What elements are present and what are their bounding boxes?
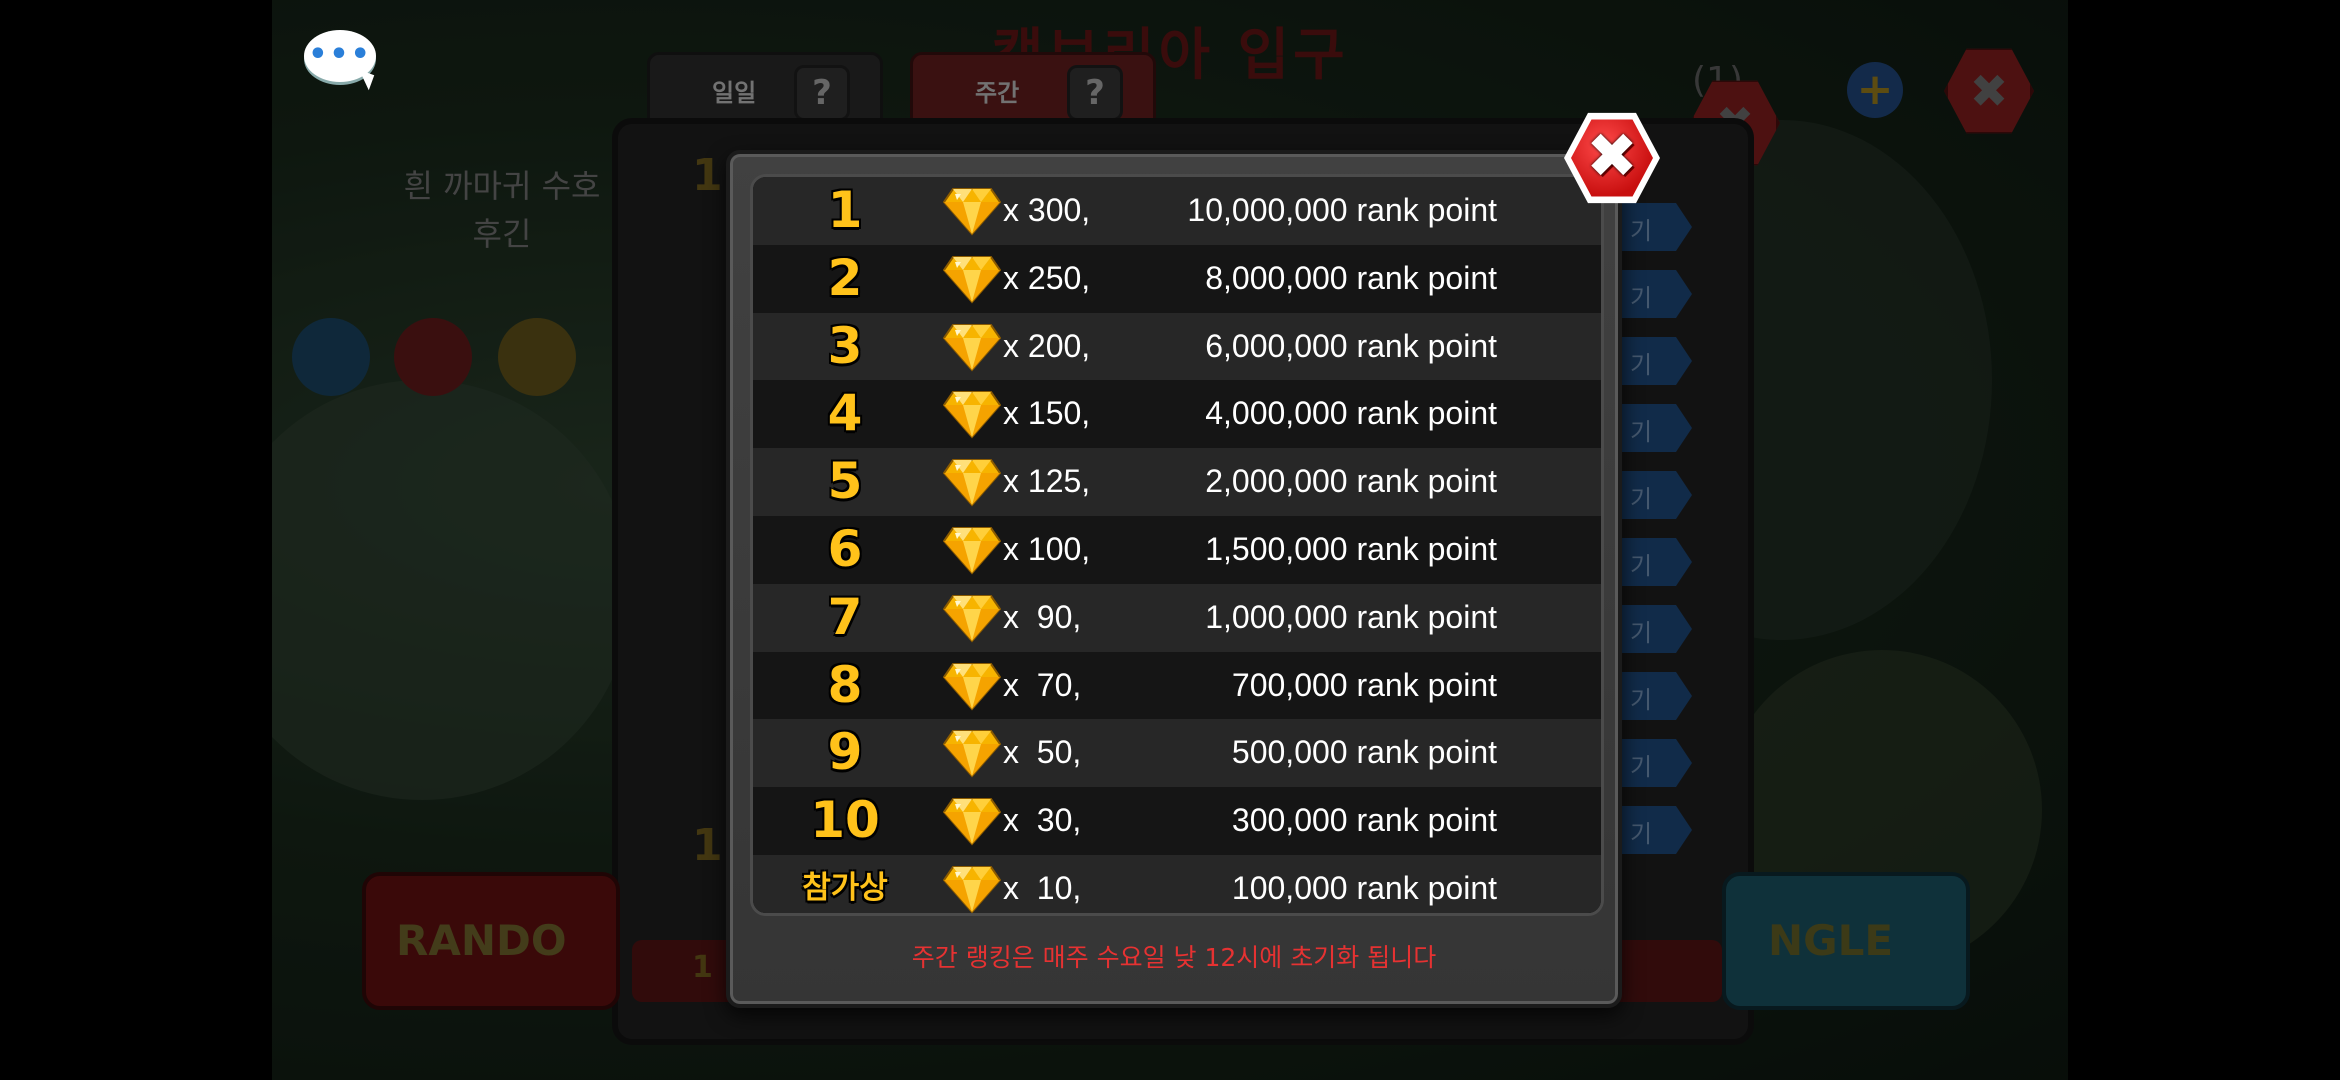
reward-list: 1 x 300, 10,000,000 rank point 2 x 250, 8,000…	[750, 174, 1604, 916]
reward-rank: 9	[827, 723, 863, 782]
close-icon: ✖	[1586, 119, 1638, 192]
reward-gem-quantity: x 150,	[1003, 395, 1091, 432]
diamond-icon	[942, 322, 1002, 372]
reward-gem-quantity: x 125,	[1003, 463, 1091, 500]
reward-row: 5 x 125, 2,000,000 rank point	[753, 448, 1601, 516]
diamond-icon	[942, 661, 1002, 711]
reward-rank-points: 6,000,000 rank point	[1205, 327, 1497, 364]
reward-gem-quantity: x 10,	[1003, 869, 1082, 906]
reward-row: 6 x 100, 1,500,000 rank point	[753, 515, 1601, 584]
reset-notice: 주간 랭킹은 매주 수요일 낮 12시에 초기화 됩니다	[911, 943, 1437, 972]
reward-rank: 참가상	[802, 869, 888, 906]
reward-rank-points: 10,000,000 rank point	[1187, 192, 1497, 228]
reward-row: 4 x 150, 4,000,000 rank point	[753, 380, 1601, 449]
diamond-icon	[942, 457, 1002, 507]
reward-rank-points: 1,500,000 rank point	[1205, 530, 1497, 567]
reward-row: 9 x 50, 500,000 rank point	[753, 719, 1601, 788]
reward-rank-points: 8,000,000 rank point	[1205, 259, 1497, 296]
reward-gem-quantity: x 90,	[1003, 598, 1082, 635]
reward-row: 2 x 250, 8,000,000 rank point	[753, 244, 1601, 313]
reward-gem-quantity: x 30,	[1003, 802, 1082, 839]
reward-rank-points: 4,000,000 rank point	[1205, 395, 1497, 432]
reward-rank-points: 1,000,000 rank point	[1205, 598, 1497, 635]
weekly-reward-modal: 1 x 300, 10,000,000 rank point 2 x 250, 8,000…	[726, 150, 1622, 1008]
chat-bubble-tail	[353, 69, 375, 91]
reward-row: 8 x 70, 700,000 rank point	[753, 651, 1601, 720]
diamond-icon	[942, 796, 1002, 846]
chat-dots: •••	[308, 37, 372, 72]
reward-rank: 5	[827, 452, 863, 511]
reward-gem-quantity: x 50,	[1003, 734, 1082, 771]
diamond-icon	[942, 389, 1002, 439]
reward-gem-quantity: x 100,	[1003, 530, 1091, 567]
reward-row: 10 x 30, 300,000 rank point	[753, 787, 1601, 855]
reward-gem-quantity: x 250,	[1003, 259, 1091, 296]
reward-rank-points: 100,000 rank point	[1231, 869, 1497, 906]
reward-rank-points: 500,000 rank point	[1231, 734, 1497, 771]
reward-gem-quantity: x 300,	[1003, 192, 1091, 228]
reward-row: 1 x 300, 10,000,000 rank point	[753, 177, 1601, 245]
reward-rank: 7	[827, 587, 863, 646]
reward-rank: 4	[827, 384, 863, 443]
reward-row: 3 x 200, 6,000,000 rank point	[753, 312, 1601, 381]
reward-rank: 8	[827, 655, 863, 714]
reward-rank: 2	[827, 248, 863, 307]
diamond-icon	[942, 254, 1002, 304]
reward-rank: 6	[827, 519, 863, 578]
reward-row: 참가상 x 10, 100,000 rank point	[753, 854, 1601, 913]
close-button[interactable]: ✖	[1564, 110, 1660, 206]
reward-rank-points: 700,000 rank point	[1231, 666, 1497, 703]
diamond-icon	[942, 525, 1002, 575]
reward-row: 7 x 90, 1,000,000 rank point	[753, 583, 1601, 652]
reward-gem-quantity: x 200,	[1003, 327, 1091, 364]
diamond-icon	[942, 864, 1002, 913]
reward-rank-points: 2,000,000 rank point	[1205, 463, 1497, 500]
reward-rank-points: 300,000 rank point	[1231, 802, 1497, 839]
game-viewport: 캠브리아 입구 (1) + ✖ ✖ 일일 ? 주간 ? 1 1 1 기 기 기 …	[272, 0, 2068, 1080]
diamond-icon	[942, 593, 1002, 643]
chat-button[interactable]: •••	[304, 30, 376, 91]
reward-rank: 3	[827, 316, 863, 375]
reward-rank: 10	[810, 791, 880, 850]
diamond-icon	[942, 186, 1002, 236]
reward-gem-quantity: x 70,	[1003, 666, 1082, 703]
reward-rank: 1	[827, 181, 863, 239]
diamond-icon	[942, 728, 1002, 778]
